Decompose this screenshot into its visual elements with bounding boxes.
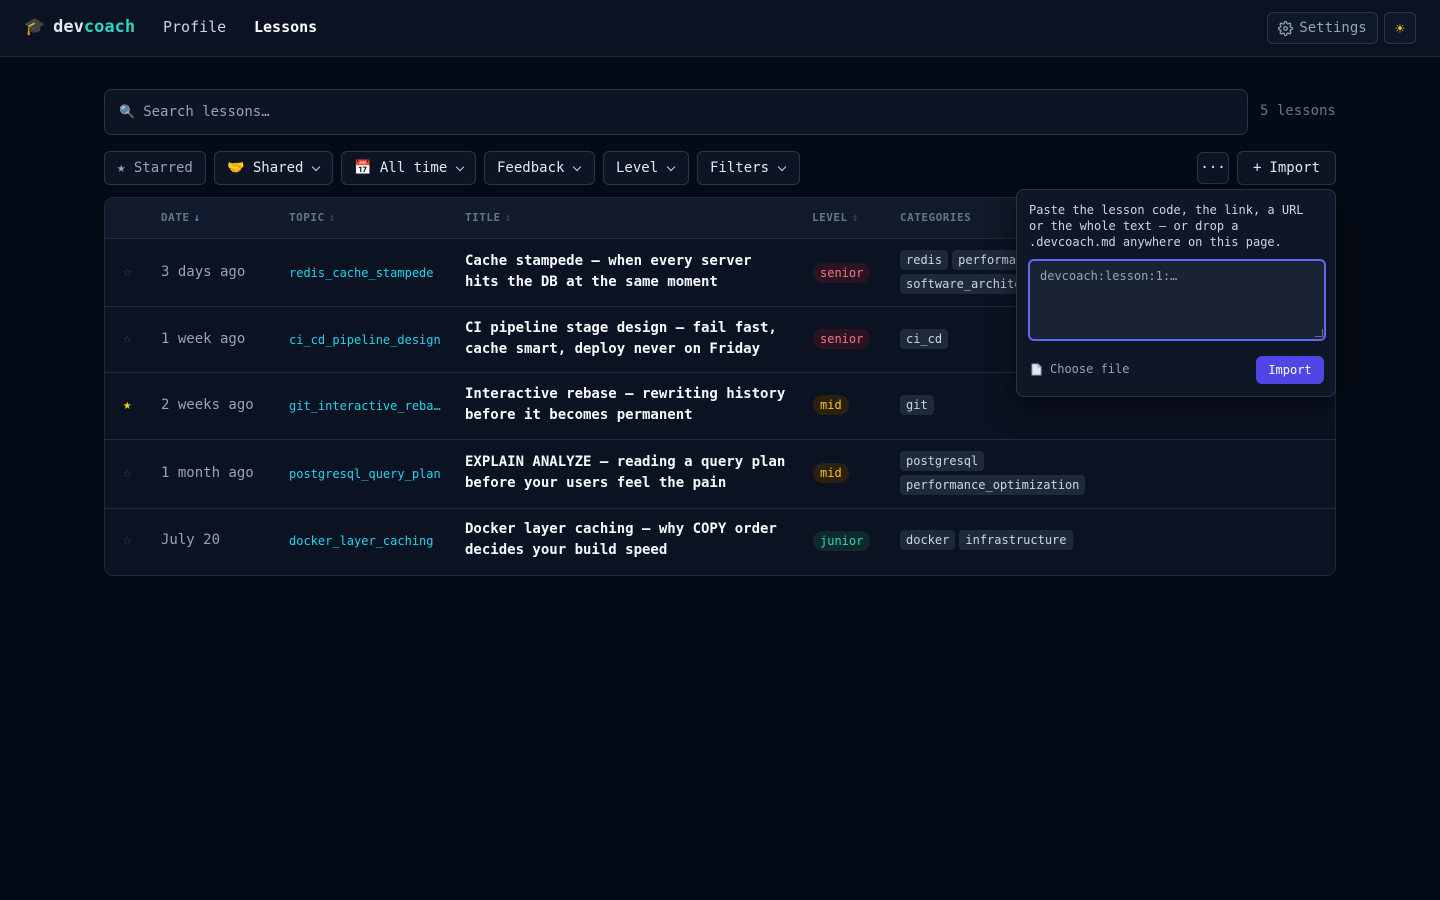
lesson-date: 2 weeks ago: [161, 397, 254, 413]
chevron-down-icon: [456, 162, 465, 171]
lesson-topic[interactable]: postgresql_query_plan: [289, 467, 441, 481]
import-button[interactable]: + Import: [1237, 151, 1336, 185]
lesson-count: 5 lessons: [1260, 103, 1336, 119]
level-badge: junior: [813, 531, 871, 551]
more-options-button[interactable]: ···: [1197, 152, 1229, 184]
level-filter-label: Level: [616, 160, 659, 176]
category-tag: redis: [900, 250, 949, 270]
search-input[interactable]: [143, 104, 1224, 120]
column-header-categories: CATEGORIES: [900, 211, 972, 224]
lesson-date: 1 week ago: [161, 331, 246, 347]
choose-file-label: Choose file: [1050, 362, 1130, 376]
graduation-cap-icon: 🎓: [24, 17, 46, 37]
category-tag: docker: [900, 530, 956, 550]
chevron-down-icon: [777, 162, 787, 171]
lesson-topic[interactable]: git_interactive_rebase: [289, 399, 441, 413]
nav-lessons[interactable]: Lessons: [254, 17, 317, 37]
star-icon[interactable]: ☆: [123, 264, 131, 280]
level-badge: mid: [813, 395, 849, 415]
settings-button[interactable]: Settings: [1267, 12, 1378, 44]
chevron-down-icon: [573, 162, 582, 171]
starred-filter-button[interactable]: ★ Starred: [104, 151, 206, 185]
table-row[interactable]: ☆ 1 month ago postgresql_query_plan EXPL…: [105, 440, 1335, 509]
category-tag: performance_optimization: [900, 475, 1086, 495]
feedback-filter-dropdown[interactable]: Feedback: [484, 151, 595, 185]
import-submit-button[interactable]: Import: [1256, 356, 1324, 384]
resize-handle-icon[interactable]: [1315, 329, 1323, 337]
sort-icon: ↕: [328, 211, 336, 224]
category-tag: postgresql: [900, 451, 985, 471]
level-badge: senior: [813, 329, 871, 349]
choose-file-button[interactable]: Choose file: [1031, 362, 1129, 376]
level-badge: mid: [813, 463, 849, 483]
search-bar[interactable]: 🔍: [104, 89, 1248, 135]
lesson-title[interactable]: Docker layer caching — why COPY order de…: [465, 519, 787, 561]
lesson-title[interactable]: Cache stampede — when every server hits …: [465, 251, 787, 293]
category-tag: ci_cd: [900, 329, 949, 349]
category-tags: docker infrastructure: [900, 530, 1200, 550]
import-help-text: Paste the lesson code, the link, a URL o…: [1029, 203, 1304, 249]
brand-name: devcoach: [53, 17, 136, 37]
shared-filter-label: 🤝 Shared: [227, 160, 304, 176]
nav-profile[interactable]: Profile: [163, 17, 226, 37]
settings-label: Settings: [1299, 20, 1367, 36]
lesson-topic[interactable]: ci_cd_pipeline_design: [289, 333, 441, 347]
sort-desc-icon: ↓: [193, 211, 201, 224]
shared-filter-dropdown[interactable]: 🤝 Shared: [214, 151, 333, 185]
more-filters-dropdown[interactable]: Filters: [697, 151, 800, 185]
brand-logo[interactable]: 🎓 devcoach: [24, 15, 135, 39]
chevron-down-icon: [312, 162, 321, 171]
lesson-date: 3 days ago: [161, 264, 246, 280]
category-tag: infrastructure: [959, 530, 1073, 550]
category-tags: postgresql performance_optimization: [900, 451, 1120, 495]
import-popover: Paste the lesson code, the link, a URL o…: [1016, 189, 1336, 397]
table-row[interactable]: ☆ July 20 docker_layer_caching Docker la…: [105, 509, 1335, 575]
time-filter-label: 📅 All time: [354, 160, 448, 176]
column-header-date[interactable]: DATE ↓: [161, 211, 201, 224]
category-tag: git: [900, 395, 934, 415]
plus-icon: +: [1252, 160, 1262, 176]
sort-icon: ↕: [851, 211, 859, 224]
column-header-title[interactable]: TITLE ↕: [465, 211, 512, 224]
lesson-date: 1 month ago: [161, 465, 254, 481]
lesson-topic[interactable]: docker_layer_caching: [289, 534, 441, 548]
top-bar: 🎓 devcoach Profile Lessons Settings ☀: [0, 0, 1440, 57]
column-header-topic[interactable]: TOPIC ↕: [289, 211, 336, 224]
ellipsis-icon: ···: [1200, 160, 1226, 176]
search-icon: 🔍: [119, 104, 136, 120]
more-filters-label: Filters: [710, 160, 770, 176]
lesson-title[interactable]: EXPLAIN ANALYZE — reading a query plan b…: [465, 452, 787, 494]
sun-icon: ☀: [1395, 18, 1405, 38]
category-tags: git: [900, 395, 1120, 415]
feedback-filter-label: Feedback: [497, 160, 565, 176]
import-label: Import: [1269, 160, 1320, 176]
file-icon: [1031, 363, 1042, 375]
starred-filter-label: ★ Starred: [117, 160, 193, 176]
column-header-level[interactable]: LEVEL ↕: [812, 211, 859, 224]
lesson-title[interactable]: CI pipeline stage design — fail fast, ca…: [465, 318, 787, 360]
level-filter-dropdown[interactable]: Level: [603, 151, 689, 185]
lesson-topic[interactable]: redis_cache_stampede: [289, 266, 441, 280]
theme-toggle-button[interactable]: ☀: [1384, 12, 1416, 44]
import-code-input[interactable]: [1028, 259, 1326, 341]
lesson-title[interactable]: Interactive rebase — rewriting history b…: [465, 384, 787, 426]
lesson-date: July 20: [161, 532, 221, 548]
level-badge: senior: [813, 263, 871, 283]
sort-icon: ↕: [504, 211, 512, 224]
star-icon[interactable]: ☆: [123, 331, 131, 347]
star-icon[interactable]: ☆: [123, 465, 131, 481]
star-filled-icon[interactable]: ★: [123, 397, 131, 413]
time-filter-dropdown[interactable]: 📅 All time: [341, 151, 476, 185]
gear-icon: [1278, 20, 1294, 36]
star-icon[interactable]: ☆: [123, 532, 131, 548]
chevron-down-icon: [666, 162, 676, 171]
